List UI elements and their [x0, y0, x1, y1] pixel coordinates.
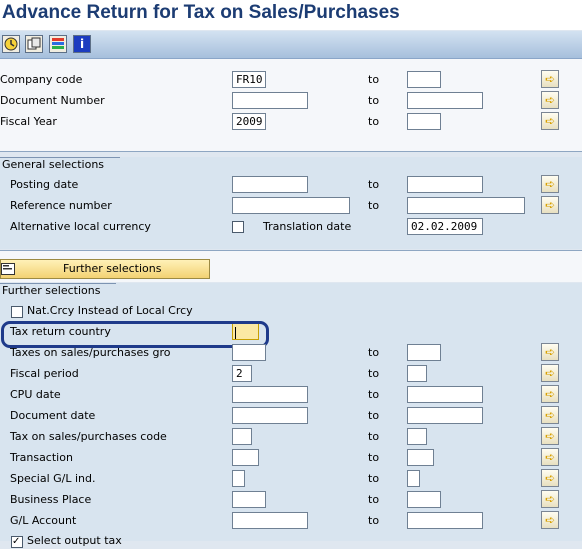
company-code-from-field[interactable]: FR10 — [232, 71, 266, 88]
cpu-date-to-field[interactable] — [407, 386, 483, 403]
fiscal-period-to-field[interactable] — [407, 365, 427, 382]
posting-date-label: Posting date — [10, 178, 79, 191]
multiple-selection-arrow-icon[interactable]: ➪ — [541, 490, 559, 508]
gl-account-to-field[interactable] — [407, 512, 483, 529]
fiscal-year-to-field[interactable] — [407, 113, 441, 130]
multiple-selection-arrow-icon[interactable]: ➪ — [541, 406, 559, 424]
general-selections-header: General selections — [0, 157, 129, 173]
gl-account-label: G/L Account — [10, 514, 77, 527]
special-gl-to-field[interactable] — [407, 470, 420, 487]
taxes-gross-label: Taxes on sales/purchases gro — [10, 346, 171, 359]
further-selections-header: Further selections — [0, 283, 125, 299]
further-selections-button-label: Further selections — [63, 262, 162, 275]
to-label: to — [368, 178, 380, 191]
company-code-to-field[interactable] — [407, 71, 441, 88]
transaction-label: Transaction — [10, 451, 73, 464]
to-label: to — [368, 493, 380, 506]
special-gl-label: Special G/L ind. — [10, 472, 96, 485]
document-date-label: Document date — [10, 409, 96, 422]
document-number-from-field[interactable] — [232, 92, 308, 109]
to-label: to — [368, 73, 380, 86]
to-label: to — [368, 367, 380, 380]
multiple-selection-arrow-icon[interactable]: ➪ — [541, 196, 559, 214]
tax-code-label: Tax on sales/purchases code — [10, 430, 167, 443]
tax-code-from-field[interactable] — [232, 428, 252, 445]
selections-toggle-icon — [1, 263, 15, 275]
gl-account-from-field[interactable] — [232, 512, 308, 529]
info-icon[interactable]: i — [73, 35, 91, 53]
reference-number-to-field[interactable] — [407, 197, 525, 214]
to-label: to — [368, 472, 380, 485]
multiple-selection-arrow-icon[interactable]: ➪ — [541, 385, 559, 403]
to-label: to — [368, 451, 380, 464]
multiple-selection-arrow-icon[interactable]: ➪ — [541, 112, 559, 130]
company-code-label: Company code — [0, 73, 83, 86]
posting-date-to-field[interactable] — [407, 176, 483, 193]
business-place-to-field[interactable] — [407, 491, 441, 508]
tax-code-to-field[interactable] — [407, 428, 427, 445]
to-label: to — [368, 409, 380, 422]
cpu-date-from-field[interactable] — [232, 386, 308, 403]
posting-date-from-field[interactable] — [232, 176, 308, 193]
document-date-to-field[interactable] — [407, 407, 483, 424]
business-place-label: Business Place — [10, 493, 92, 506]
document-date-from-field[interactable] — [232, 407, 308, 424]
translation-date-label: Translation date — [263, 220, 352, 233]
to-label: to — [368, 514, 380, 527]
to-label: to — [368, 430, 380, 443]
document-number-to-field[interactable] — [407, 92, 483, 109]
translation-date-field[interactable]: 02.02.2009 — [407, 218, 483, 235]
title-bar: Advance Return for Tax on Sales/Purchase… — [0, 0, 582, 30]
get-variant-icon[interactable] — [25, 35, 43, 53]
dynamic-selections-icon[interactable] — [49, 35, 67, 53]
business-place-from-field[interactable] — [232, 491, 266, 508]
further-selections-button[interactable]: Further selections — [0, 259, 210, 279]
to-label: to — [368, 346, 380, 359]
fiscal-period-from-field[interactable]: 2 — [232, 365, 252, 382]
cpu-date-label: CPU date — [10, 388, 61, 401]
divider — [0, 151, 582, 152]
fiscal-year-label: Fiscal Year — [0, 115, 57, 128]
page-title: Advance Return for Tax on Sales/Purchase… — [2, 2, 400, 23]
to-label: to — [368, 199, 380, 212]
multiple-selection-arrow-icon[interactable]: ➪ — [541, 511, 559, 529]
reference-number-label: Reference number — [10, 199, 112, 212]
taxes-gross-to-field[interactable] — [407, 344, 441, 361]
nat-crcy-checkbox[interactable] — [11, 306, 23, 318]
document-number-label: Document Number — [0, 94, 105, 107]
taxes-gross-from-field[interactable] — [232, 344, 266, 361]
to-label: to — [368, 388, 380, 401]
multiple-selection-arrow-icon[interactable]: ➪ — [541, 427, 559, 445]
fiscal-period-label: Fiscal period — [10, 367, 79, 380]
multiple-selection-arrow-icon[interactable]: ➪ — [541, 343, 559, 361]
reference-number-from-field[interactable] — [232, 197, 350, 214]
highlight-annotation — [1, 321, 269, 348]
application-toolbar: i — [0, 31, 582, 59]
select-output-tax-label: Select output tax — [27, 534, 122, 547]
execute-icon[interactable] — [2, 35, 20, 53]
transaction-to-field[interactable] — [407, 449, 434, 466]
multiple-selection-arrow-icon[interactable]: ➪ — [541, 175, 559, 193]
to-label: to — [368, 94, 380, 107]
alternative-currency-label: Alternative local currency — [10, 220, 151, 233]
select-output-tax-checkbox[interactable]: ✓ — [11, 536, 23, 548]
nat-crcy-label: Nat.Crcy Instead of Local Crcy — [27, 304, 193, 317]
multiple-selection-arrow-icon[interactable]: ➪ — [541, 70, 559, 88]
multiple-selection-arrow-icon[interactable]: ➪ — [541, 469, 559, 487]
special-gl-from-field[interactable] — [232, 470, 245, 487]
multiple-selection-arrow-icon[interactable]: ➪ — [541, 364, 559, 382]
multiple-selection-arrow-icon[interactable]: ➪ — [541, 448, 559, 466]
multiple-selection-arrow-icon[interactable]: ➪ — [541, 91, 559, 109]
alternative-currency-checkbox[interactable] — [232, 221, 244, 233]
fiscal-year-from-field[interactable]: 2009 — [232, 113, 266, 130]
transaction-from-field[interactable] — [232, 449, 259, 466]
to-label: to — [368, 115, 380, 128]
